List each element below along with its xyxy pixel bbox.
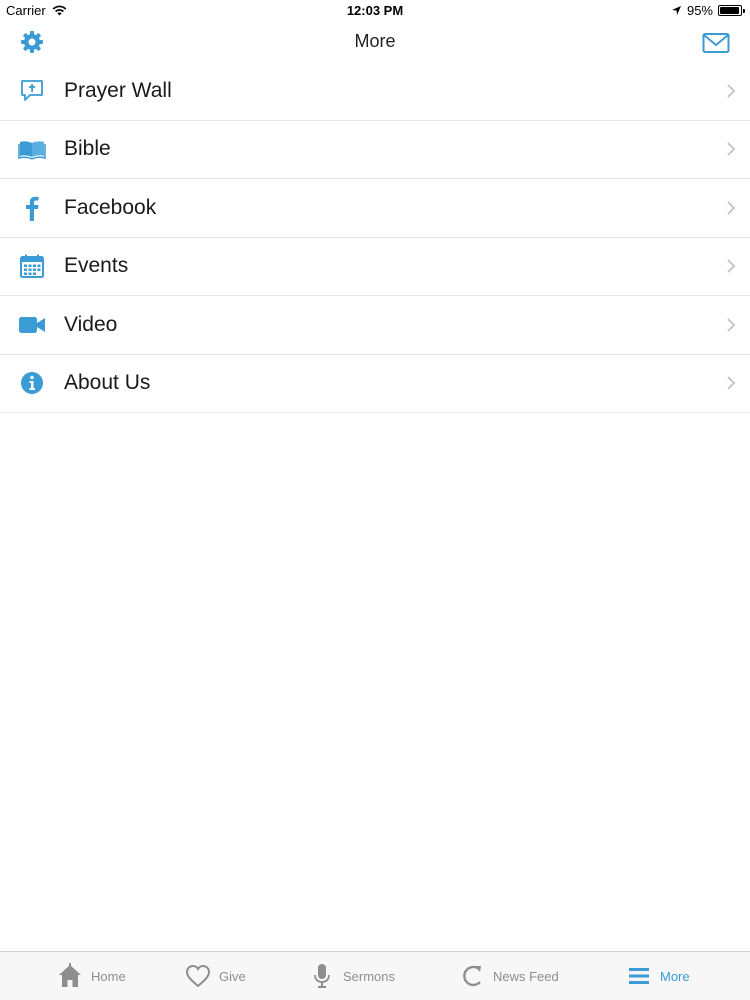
menu-item-label: About Us <box>64 371 151 395</box>
tab-news-feed[interactable]: News Feed <box>459 952 559 1000</box>
calendar-icon <box>18 252 46 280</box>
more-menu-list: Prayer Wall Bible Facebook Events Video … <box>0 62 750 413</box>
video-camera-icon <box>18 311 46 339</box>
menu-item-about-us[interactable]: About Us <box>0 355 750 413</box>
menu-icon <box>626 963 652 989</box>
chevron-right-icon <box>727 318 736 332</box>
menu-item-facebook[interactable]: Facebook <box>0 179 750 238</box>
chevron-right-icon <box>727 259 736 273</box>
menu-item-label: Events <box>64 254 129 278</box>
location-arrow-icon <box>671 6 681 15</box>
book-icon <box>18 135 46 163</box>
chevron-right-icon <box>727 201 736 215</box>
nav-bar: More <box>0 22 750 62</box>
menu-item-video[interactable]: Video <box>0 296 750 355</box>
info-icon <box>18 369 46 397</box>
tab-give[interactable]: Give <box>185 952 246 1000</box>
tab-bar: Home Give Sermons News Feed More <box>0 951 750 1000</box>
tab-label: News Feed <box>493 968 559 984</box>
tab-label: More <box>660 968 690 984</box>
chevron-right-icon <box>727 84 736 98</box>
tab-more[interactable]: More <box>626 952 690 1000</box>
menu-item-bible[interactable]: Bible <box>0 121 750 179</box>
battery-percent: 95% <box>686 3 713 18</box>
mail-icon <box>702 33 730 53</box>
tab-label: Give <box>219 968 246 984</box>
chevron-right-icon <box>727 142 736 156</box>
menu-item-prayer-wall[interactable]: Prayer Wall <box>0 62 750 121</box>
battery-icon <box>718 5 745 16</box>
heart-icon <box>185 963 211 989</box>
tab-label: Sermons <box>343 968 396 984</box>
prayer-bubble-icon <box>18 77 46 105</box>
tab-sermons[interactable]: Sermons <box>309 952 395 1000</box>
status-bar: Carrier 12:03 PM 95% <box>0 0 750 22</box>
battery-fill <box>720 7 739 14</box>
microphone-icon <box>309 963 335 989</box>
tab-label: Home <box>91 968 126 984</box>
menu-item-events[interactable]: Events <box>0 238 750 296</box>
tab-home[interactable]: Home <box>57 952 126 1000</box>
menu-item-label: Prayer Wall <box>64 78 172 102</box>
page-title: More <box>354 31 396 51</box>
chevron-right-icon <box>727 376 736 390</box>
facebook-icon <box>18 194 46 222</box>
menu-item-label: Video <box>64 312 118 336</box>
mail-button[interactable] <box>702 32 730 54</box>
menu-item-label: Facebook <box>64 195 157 219</box>
refresh-icon <box>459 963 485 989</box>
status-right: 95% <box>671 3 745 18</box>
menu-item-label: Bible <box>64 137 111 161</box>
status-time: 12:03 PM <box>346 3 404 18</box>
home-icon <box>57 963 83 989</box>
